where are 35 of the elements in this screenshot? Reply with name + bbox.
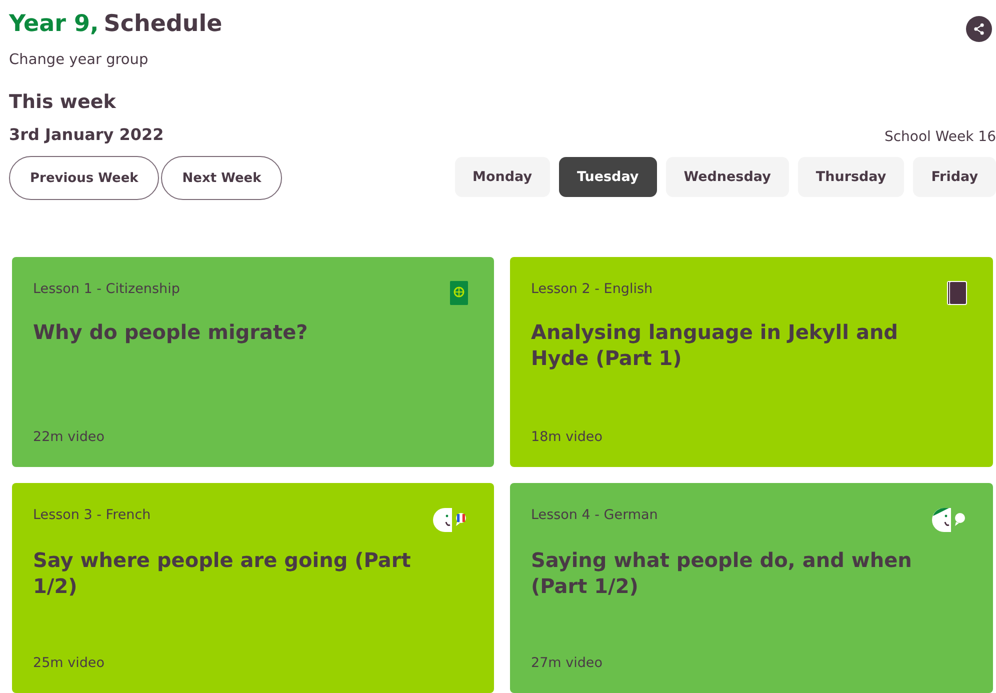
lesson-duration: 22m video <box>33 429 106 445</box>
page-title: Schedule <box>104 11 222 37</box>
lesson-duration: 25m video <box>33 655 106 671</box>
week-date: 3rd January 2022 <box>9 125 165 144</box>
week-nav-button[interactable]: Next Week <box>161 156 282 200</box>
change-year-link[interactable]: Change year group <box>9 52 148 68</box>
speaking-head-icon <box>931 507 967 533</box>
day-tab[interactable]: Monday <box>454 157 550 197</box>
day-tab[interactable]: Thursday <box>798 157 904 197</box>
lesson-title: Analysing language in Jekyll and Hyde (Part 1) <box>531 319 899 371</box>
book-icon <box>947 281 967 305</box>
lesson-label: Lesson 1 - Citizenship <box>33 281 180 297</box>
lesson-label: Lesson 4 - German <box>531 507 658 523</box>
lesson-card[interactable]: Lesson 2 - English Analysing language in Jekyll and Hyde (Part 1) 18m video <box>510 257 993 467</box>
lesson-card[interactable]: Lesson 4 - German Saying what people do, and when (Part 1/2) 27m video <box>510 483 993 693</box>
lesson-duration: 18m video <box>531 429 604 445</box>
lesson-title: Why do people migrate? <box>33 319 309 345</box>
speaking-head-icon <box>432 507 468 533</box>
school-week-label: School Week 16 <box>884 129 996 145</box>
share-icon <box>972 22 986 36</box>
week-nav-button[interactable]: Previous Week <box>9 156 160 200</box>
lesson-card[interactable]: Lesson 1 - Citizenship Why do people migrate? 22m video <box>12 257 494 467</box>
lesson-label: Lesson 3 - French <box>33 507 151 523</box>
day-tab[interactable]: Wednesday <box>666 157 789 197</box>
passport-icon <box>450 281 468 305</box>
day-tab[interactable]: Friday <box>913 157 996 197</box>
lesson-card[interactable]: Lesson 3 - French Say where people are going (Part 1/2) 25m video <box>12 483 494 693</box>
lesson-duration: 27m video <box>531 655 604 671</box>
lesson-label: Lesson 2 - English <box>531 281 653 297</box>
lesson-title: Saying what people do, and when (Part 1/2) <box>531 547 913 599</box>
lesson-title: Say where people are going (Part 1/2) <box>33 547 412 599</box>
year-label: Year 9, <box>9 11 99 37</box>
week-heading: This week <box>9 91 117 113</box>
share-button[interactable] <box>966 16 992 42</box>
day-tab[interactable]: Tuesday <box>559 157 657 197</box>
